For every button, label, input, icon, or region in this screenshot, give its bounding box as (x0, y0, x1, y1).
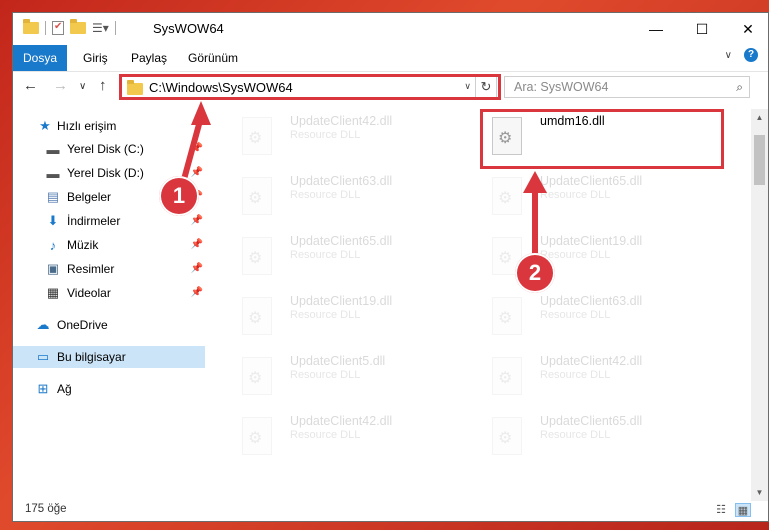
step-1-badge: 1 (159, 176, 199, 216)
step-2-badge: 2 (515, 253, 555, 293)
arrow-1-shaft (180, 116, 204, 184)
arrow-1-head (191, 101, 211, 125)
arrow-2-head (523, 171, 547, 193)
annotation-arrows (180, 101, 547, 253)
explorer-window: ☰▾ SysWOW64 — ☐ ✕ Dosya Giriş Paylaş Gör… (12, 12, 769, 522)
